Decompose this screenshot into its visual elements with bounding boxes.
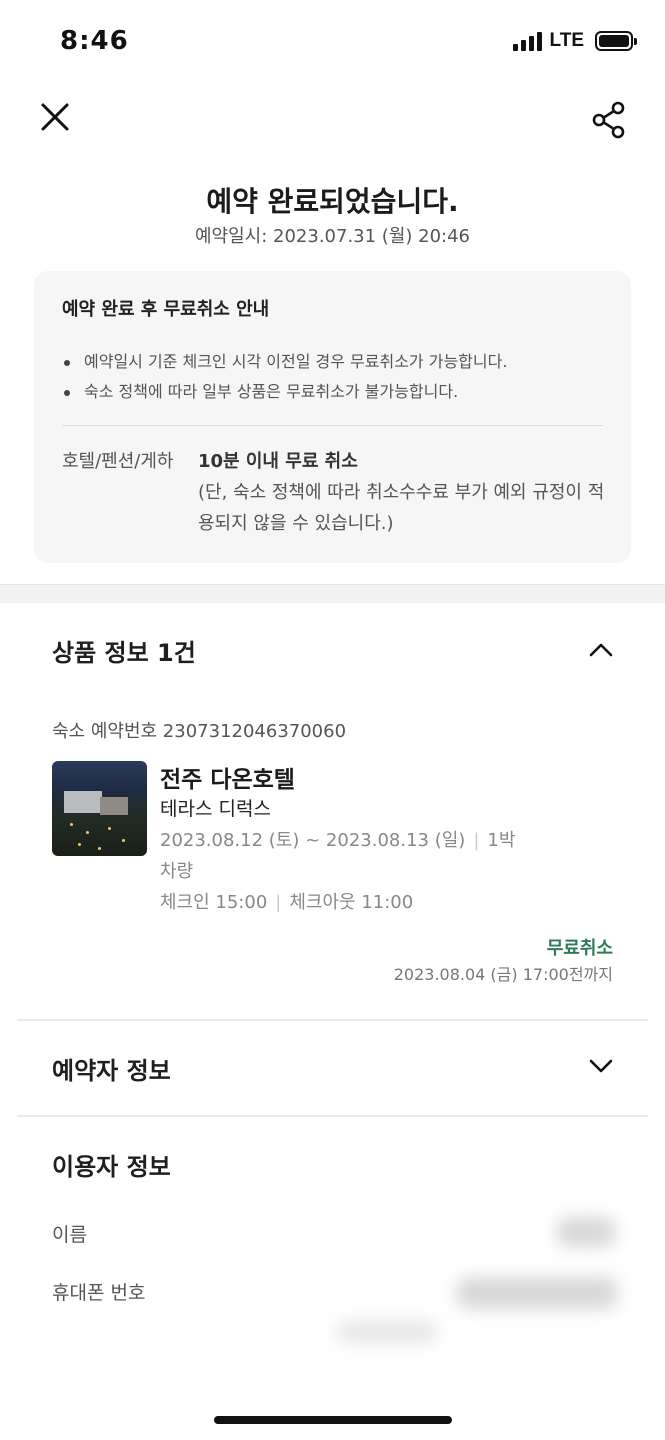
- network-label: LTE: [549, 30, 584, 51]
- checkin-time: 체크인 15:00: [160, 892, 268, 913]
- checkin-checkout: 체크인 15:00 | 체크아웃 11:00: [160, 892, 414, 913]
- battery-icon: [595, 31, 637, 51]
- notice-title: 예약 완료 후 무료취소 안내: [62, 299, 270, 320]
- chevron-up-icon: [589, 643, 613, 657]
- product-info-section: 상품 정보 1건 숙소 예약번호 2307312046370060 전주 다온호…: [17, 603, 648, 1019]
- booker-info-section[interactable]: 예약자 정보: [17, 1021, 648, 1115]
- free-cancel-notice: 예약 완료 후 무료취소 안내 예약일시 기준 체크인 시각 이전일 경우 무료…: [34, 271, 631, 563]
- booking-number: 숙소 예약번호 2307312046370060: [52, 721, 347, 742]
- section-separator: [0, 584, 665, 603]
- close-button[interactable]: [36, 98, 76, 138]
- nights: 1박: [487, 830, 516, 851]
- status-indicators: LTE: [512, 30, 637, 52]
- page-title: 예약 완료되었습니다.: [206, 185, 459, 218]
- blurred-extra: [337, 1321, 437, 1343]
- blurred-phone: [457, 1277, 617, 1309]
- guest-info-section: 이용자 정보 이름 휴대폰 번호: [17, 1117, 648, 1382]
- notice-item: 예약일시 기준 체크인 시각 이전일 경우 무료취소가 가능합니다.: [62, 347, 507, 377]
- notice-list: 예약일시 기준 체크인 시각 이전일 경우 무료취소가 가능합니다. 숙소 정책…: [62, 347, 507, 407]
- name-label: 이름: [52, 1224, 87, 1246]
- phone-label: 휴대폰 번호: [52, 1282, 146, 1304]
- policy-main: 10분 이내 무료 취소: [198, 451, 358, 472]
- guest-section-title: 이용자 정보: [52, 1153, 171, 1181]
- share-icon: [592, 101, 625, 139]
- divider: [62, 425, 603, 426]
- stay-dates: 2023.08.12 (토) ~ 2023.08.13 (일) | 1박: [160, 830, 516, 851]
- policy-label: 호텔/펜션/게하: [62, 451, 174, 472]
- blurred-name: [557, 1217, 615, 1247]
- date-range: 2023.08.12 (토) ~ 2023.08.13 (일): [160, 830, 466, 851]
- chevron-down-icon: [589, 1059, 613, 1073]
- notice-item: 숙소 정책에 따라 일부 상품은 무료취소가 불가능합니다.: [62, 377, 507, 407]
- share-button[interactable]: [591, 100, 629, 140]
- parking-info: 차량: [160, 861, 194, 882]
- home-indicator[interactable]: [214, 1416, 452, 1424]
- close-icon: [41, 103, 69, 131]
- signal-icon: [512, 31, 542, 51]
- status-time: 8:46: [60, 26, 129, 56]
- booker-section-title: 예약자 정보: [52, 1057, 171, 1085]
- policy-note: (단, 숙소 정책에 따라 취소수수료 부가 예외 규정이 적용되지 않을 수 …: [198, 482, 605, 534]
- collapse-button[interactable]: [588, 637, 614, 663]
- reservation-datetime: 예약일시: 2023.07.31 (월) 20:46: [194, 226, 470, 247]
- hotel-name[interactable]: 전주 다온호텔: [160, 760, 295, 794]
- status-bar: 8:46 LTE: [0, 0, 665, 84]
- product-section-title: 상품 정보 1건: [52, 639, 196, 667]
- room-type: 테라스 디럭스: [160, 798, 271, 820]
- hotel-thumbnail[interactable]: [52, 761, 147, 856]
- free-cancel-badge: 무료취소: [546, 938, 613, 959]
- checkout-time: 체크아웃 11:00: [289, 892, 414, 913]
- expand-button[interactable]: [588, 1053, 614, 1079]
- cancel-deadline: 2023.08.04 (금) 17:00전까지: [393, 965, 613, 984]
- nav-bar: [0, 96, 665, 142]
